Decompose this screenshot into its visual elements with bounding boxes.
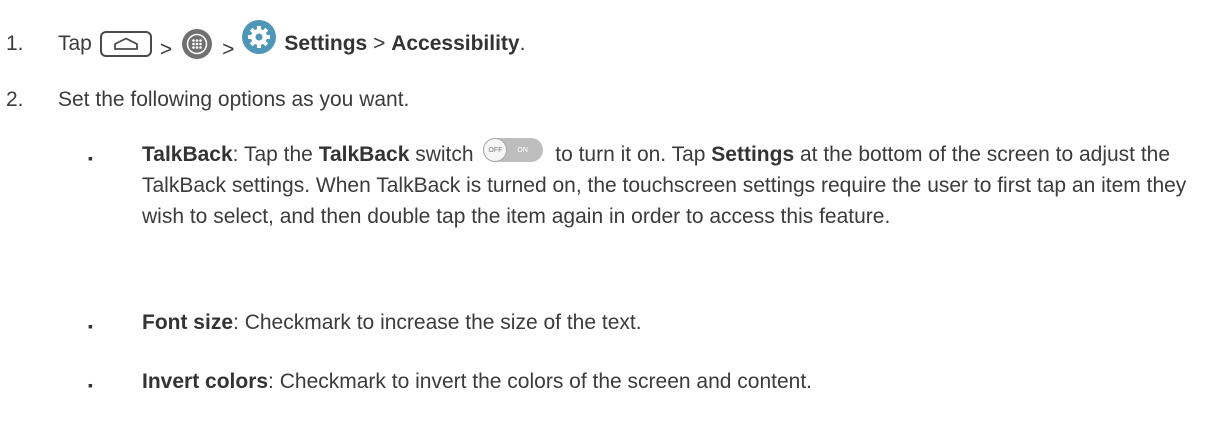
separator: >: [373, 32, 386, 55]
talkback-title: TalkBack: [142, 143, 233, 166]
bullet-marker: ▪: [88, 150, 93, 166]
talkback-switch-name: TalkBack: [318, 143, 410, 166]
invert-colors-item: Invert colors: Checkmark to invert the c…: [142, 366, 1192, 397]
accessibility-label: Accessibility: [391, 32, 520, 55]
settings-gear-icon: [242, 20, 277, 54]
tap-text: Tap: [58, 32, 92, 55]
talkback-pre: Tap the: [238, 143, 319, 166]
font-size-title: Font size: [142, 311, 234, 334]
invert-colors-text: Checkmark to invert the colors of the sc…: [273, 370, 812, 393]
font-size-item: Font size: Checkmark to increase the siz…: [142, 307, 1192, 338]
step-text: Set the following options as you want.: [58, 88, 410, 111]
toggle-switch-icon: OFF ON: [483, 138, 544, 163]
step-1: 1. Tap > > Settings > Accessibility .: [0, 20, 1215, 64]
home-icon: [99, 31, 152, 57]
invert-colors-title: Invert colors: [142, 370, 269, 393]
bullet-marker: ▪: [88, 377, 93, 393]
talkback-item: TalkBack: Tap the TalkBack switch OFF ON…: [142, 138, 1192, 232]
toggle-on-label: ON: [517, 146, 528, 154]
period: .: [519, 32, 526, 55]
separator: >: [159, 38, 173, 61]
talkback-mid: switch: [409, 143, 474, 166]
toggle-off-knob: OFF: [483, 138, 508, 163]
step-2: 2. Set the following options as you want…: [0, 84, 1215, 116]
apps-icon: [182, 29, 213, 59]
settings-label: Settings: [284, 32, 368, 55]
talkback-post: to turn it on. Tap: [549, 143, 712, 166]
bullet-marker: ▪: [88, 318, 93, 334]
step-number: 2.: [6, 88, 24, 111]
separator: >: [222, 38, 235, 61]
step-number: 1.: [6, 32, 24, 55]
talkback-settings: Settings: [711, 143, 795, 166]
font-size-text: Checkmark to increase the size of the te…: [238, 311, 642, 334]
